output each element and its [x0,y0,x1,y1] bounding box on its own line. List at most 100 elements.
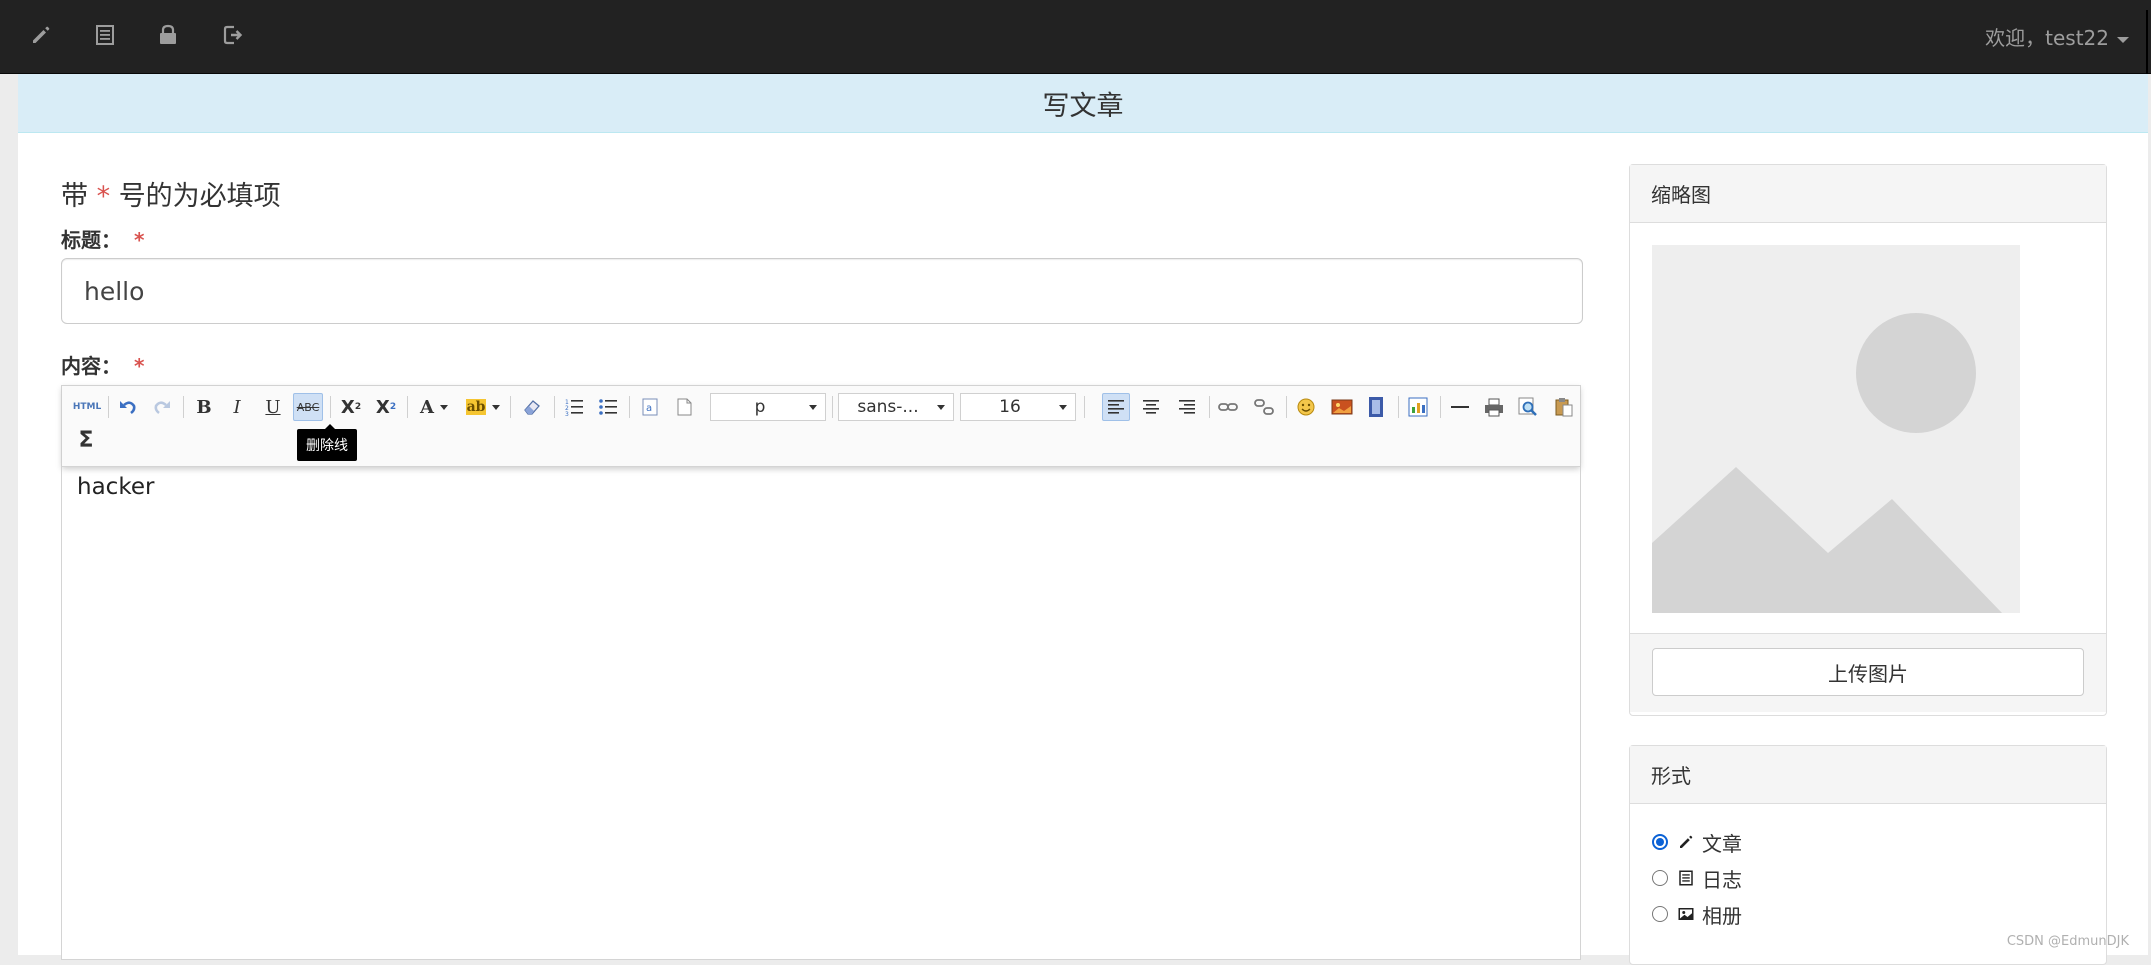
chevron-down-icon [1059,404,1067,410]
highlight-color-button[interactable]: ab [462,393,504,421]
editor-toolbar: HTML B I U ABC X2 X2 A ab 1 2 3 a p sans… [62,386,1580,467]
chevron-down-icon [809,404,817,410]
chevron-down-icon [937,404,945,410]
content-label-text: 内容： [61,354,121,378]
undo-icon[interactable] [114,393,142,421]
formula-button[interactable]: Σ [72,426,100,454]
align-center-icon[interactable] [1137,393,1165,421]
font-color-button[interactable]: A [414,393,454,421]
font-size-select[interactable]: 16 [960,393,1076,421]
toolbar-separator [330,396,331,418]
upload-image-button[interactable]: 上传图片 [1652,648,2084,696]
required-note: 带 * 号的为必填项 [61,174,281,213]
paragraph-format-select[interactable]: p [710,393,826,421]
ordered-list-icon[interactable]: 123 [560,393,588,421]
title-input[interactable] [61,258,1583,324]
radio-log[interactable] [1652,870,1668,886]
align-left-icon[interactable] [1102,393,1130,421]
redo-icon[interactable] [148,393,176,421]
format-option-album[interactable]: 相册 [1652,899,1742,929]
unlink-icon[interactable] [1250,393,1278,421]
strikethrough-tooltip: 删除线 [297,424,357,461]
format-option-label: 相册 [1702,903,1742,928]
eraser-icon[interactable] [518,393,546,421]
top-navbar: 欢迎，test22 [0,0,2151,74]
thumbnail-placeholder [1652,245,2020,613]
pencil-icon[interactable] [26,20,56,50]
html-source-button[interactable]: HTML [72,393,102,421]
preview-icon[interactable] [1514,393,1542,421]
chevron-down-icon [2117,36,2129,43]
toolbar-separator [1440,396,1441,418]
superscript-mark: 2 [354,402,362,412]
superscript-glyph: X [340,396,355,418]
toolbar-separator [629,396,630,418]
required-star: * [133,228,145,252]
rich-text-editor: HTML B I U ABC X2 X2 A ab 1 2 3 a p sans… [61,385,1581,960]
bold-button[interactable]: B [190,393,218,421]
logout-icon[interactable] [218,20,248,50]
image-icon[interactable] [1328,393,1356,421]
toolbar-separator [832,396,833,418]
font-family-select[interactable]: sans-... [838,393,954,421]
italic-button[interactable]: I [223,393,251,421]
radio-album[interactable] [1652,906,1668,922]
title-label-text: 标题： [61,228,121,252]
align-right-icon[interactable] [1173,393,1201,421]
page-break-icon[interactable] [670,393,698,421]
format-panel: 形式 文章 日志 相册 [1629,745,2107,965]
strikethrough-button[interactable]: ABC [293,393,323,421]
toolbar-separator [183,396,184,418]
emoji-icon[interactable] [1292,393,1320,421]
watermark: CSDN @EdmunDJK [2006,934,2129,949]
paragraph-format-value: p [754,397,766,417]
thumbnail-panel: 缩略图 上传图片 [1629,164,2107,716]
svg-text:a: a [646,403,652,414]
paste-icon[interactable] [1550,393,1578,421]
radio-article[interactable] [1652,834,1668,850]
underline-button[interactable]: U [259,393,287,421]
welcome-text: 欢迎，test22 [1985,26,2109,50]
title-label: 标题： * [61,224,144,253]
anchor-icon[interactable]: a [636,393,664,421]
print-icon[interactable] [1480,393,1508,421]
thumbnail-panel-footer: 上传图片 [1630,633,2106,712]
toolbar-separator [108,396,109,418]
format-option-label: 日志 [1702,867,1742,892]
highlight-glyph: ab [465,399,487,415]
chevron-down-icon [492,404,501,410]
pencil-icon [1676,832,1696,852]
video-icon[interactable] [1362,393,1390,421]
link-icon[interactable] [1214,393,1242,421]
font-color-glyph: A [420,396,434,418]
subscript-glyph: X [375,396,390,418]
subscript-button[interactable]: X2 [372,393,400,421]
list-icon[interactable] [90,20,120,50]
toolbar-separator [407,396,408,418]
bullet-list-icon[interactable] [594,393,622,421]
svg-text:3: 3 [565,411,569,417]
toolbar-separator [1286,396,1287,418]
list-icon [1676,868,1696,888]
page-title: 写文章 [18,74,2148,133]
format-option-label: 文章 [1702,831,1742,856]
user-menu[interactable]: 欢迎，test22 [1985,22,2129,51]
format-option-log[interactable]: 日志 [1652,863,1742,893]
format-option-article[interactable]: 文章 [1652,827,1742,857]
thumbnail-panel-heading: 缩略图 [1630,165,2106,223]
main-page: 写文章 带 * 号的为必填项 标题： * 内容： * HTML B I U A [18,74,2148,965]
chevron-down-icon [439,404,448,410]
format-panel-heading: 形式 [1630,746,2106,804]
toolbar-separator [510,396,511,418]
lock-icon[interactable] [153,20,183,50]
required-note-prefix: 带 [61,181,88,212]
font-family-value: sans-... [857,397,919,417]
toolbar-separator [554,396,555,418]
superscript-button[interactable]: X2 [337,393,365,421]
picture-icon [1676,904,1696,924]
toolbar-separator [1084,396,1085,418]
required-star: * [133,354,145,378]
editor-content[interactable]: hacker [77,474,154,500]
chart-image-icon[interactable] [1404,393,1432,421]
horizontal-rule-icon[interactable] [1446,393,1474,421]
